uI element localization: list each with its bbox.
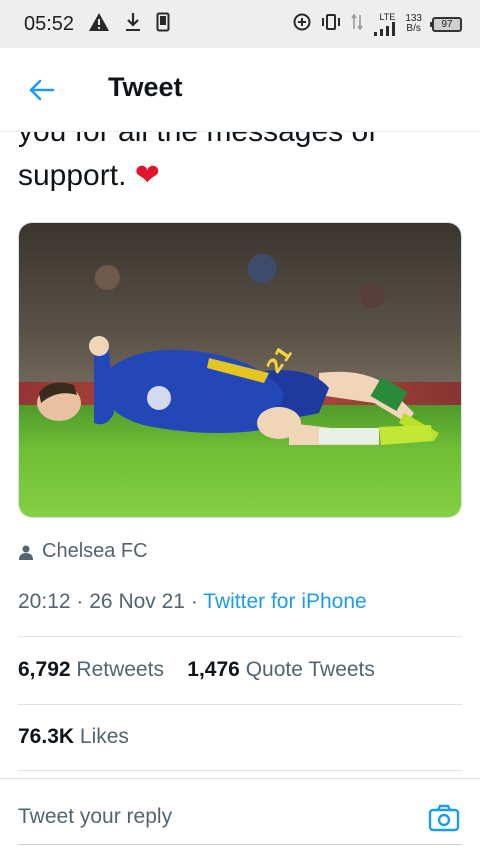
signal-icon: LTE [373,11,396,36]
divider [18,704,462,705]
warning-icon [88,12,110,37]
likes-label: Likes [79,725,129,748]
quote-tweets-label: Quote Tweets [245,658,375,681]
quote-tweets-link[interactable]: 1,476 Quote Tweets [187,658,375,681]
status-bar: 05:52 LTE 133 B/s 97 [0,0,480,48]
data-rate-unit: B/s [406,23,421,34]
tweet-image[interactable]: 21 [18,222,462,518]
retweet-stats-row: 6,792 Retweets 1,476 Quote Tweets [18,658,375,682]
injured-player-illustration: 21 [37,336,439,445]
reply-input[interactable]: Tweet your reply [18,805,172,829]
camera-button[interactable] [426,801,462,835]
tweet-author[interactable]: Chelsea FC [18,540,148,563]
data-rate: 133 B/s [405,14,422,34]
likes-count: 76.3K [18,725,75,748]
retweets-link[interactable]: 6,792 Retweets [18,658,164,681]
meta-separator: · [190,590,198,613]
meta-separator: · [76,590,84,613]
tweet-text: you for all the messages of support. ❤ [18,132,468,202]
tweet-source-link[interactable]: Twitter for iPhone [203,590,366,613]
add-circle-icon [293,13,311,36]
divider [18,636,462,637]
battery-level: 97 [441,18,453,30]
divider [18,770,462,771]
author-name: Chelsea FC [42,540,148,562]
quote-tweets-count: 1,476 [187,658,240,681]
back-button[interactable] [24,73,58,107]
phone-icon [156,12,170,37]
download-icon [124,12,142,37]
tweet-text-line-1: you for all the messages of [18,132,377,154]
data-arrows-icon [351,13,363,36]
vibrate-icon [321,13,341,36]
reply-underline [18,844,462,845]
retweets-count: 6,792 [18,658,71,681]
tweet-date: 26 Nov 21 [89,590,185,613]
back-arrow-icon [29,79,55,101]
battery-icon: 97 [430,16,462,32]
tweet-time: 20:12 [18,590,71,613]
page-title: Tweet [108,72,183,102]
retweets-label: Retweets [76,658,164,681]
tweet-meta: 20:12 · 26 Nov 21 · Twitter for iPhone [18,590,367,614]
status-time: 05:52 [24,12,75,35]
likes-link[interactable]: 76.3K Likes [18,725,129,749]
camera-icon [428,804,460,832]
user-icon [19,545,33,560]
tweet-text-line-2-text: support. [18,159,127,192]
app-header: Tweet [0,48,480,132]
heart-emoji-icon: ❤ [134,159,160,192]
tweet-text-line-2: support. ❤ [18,154,377,198]
network-type: LTE [379,11,396,22]
